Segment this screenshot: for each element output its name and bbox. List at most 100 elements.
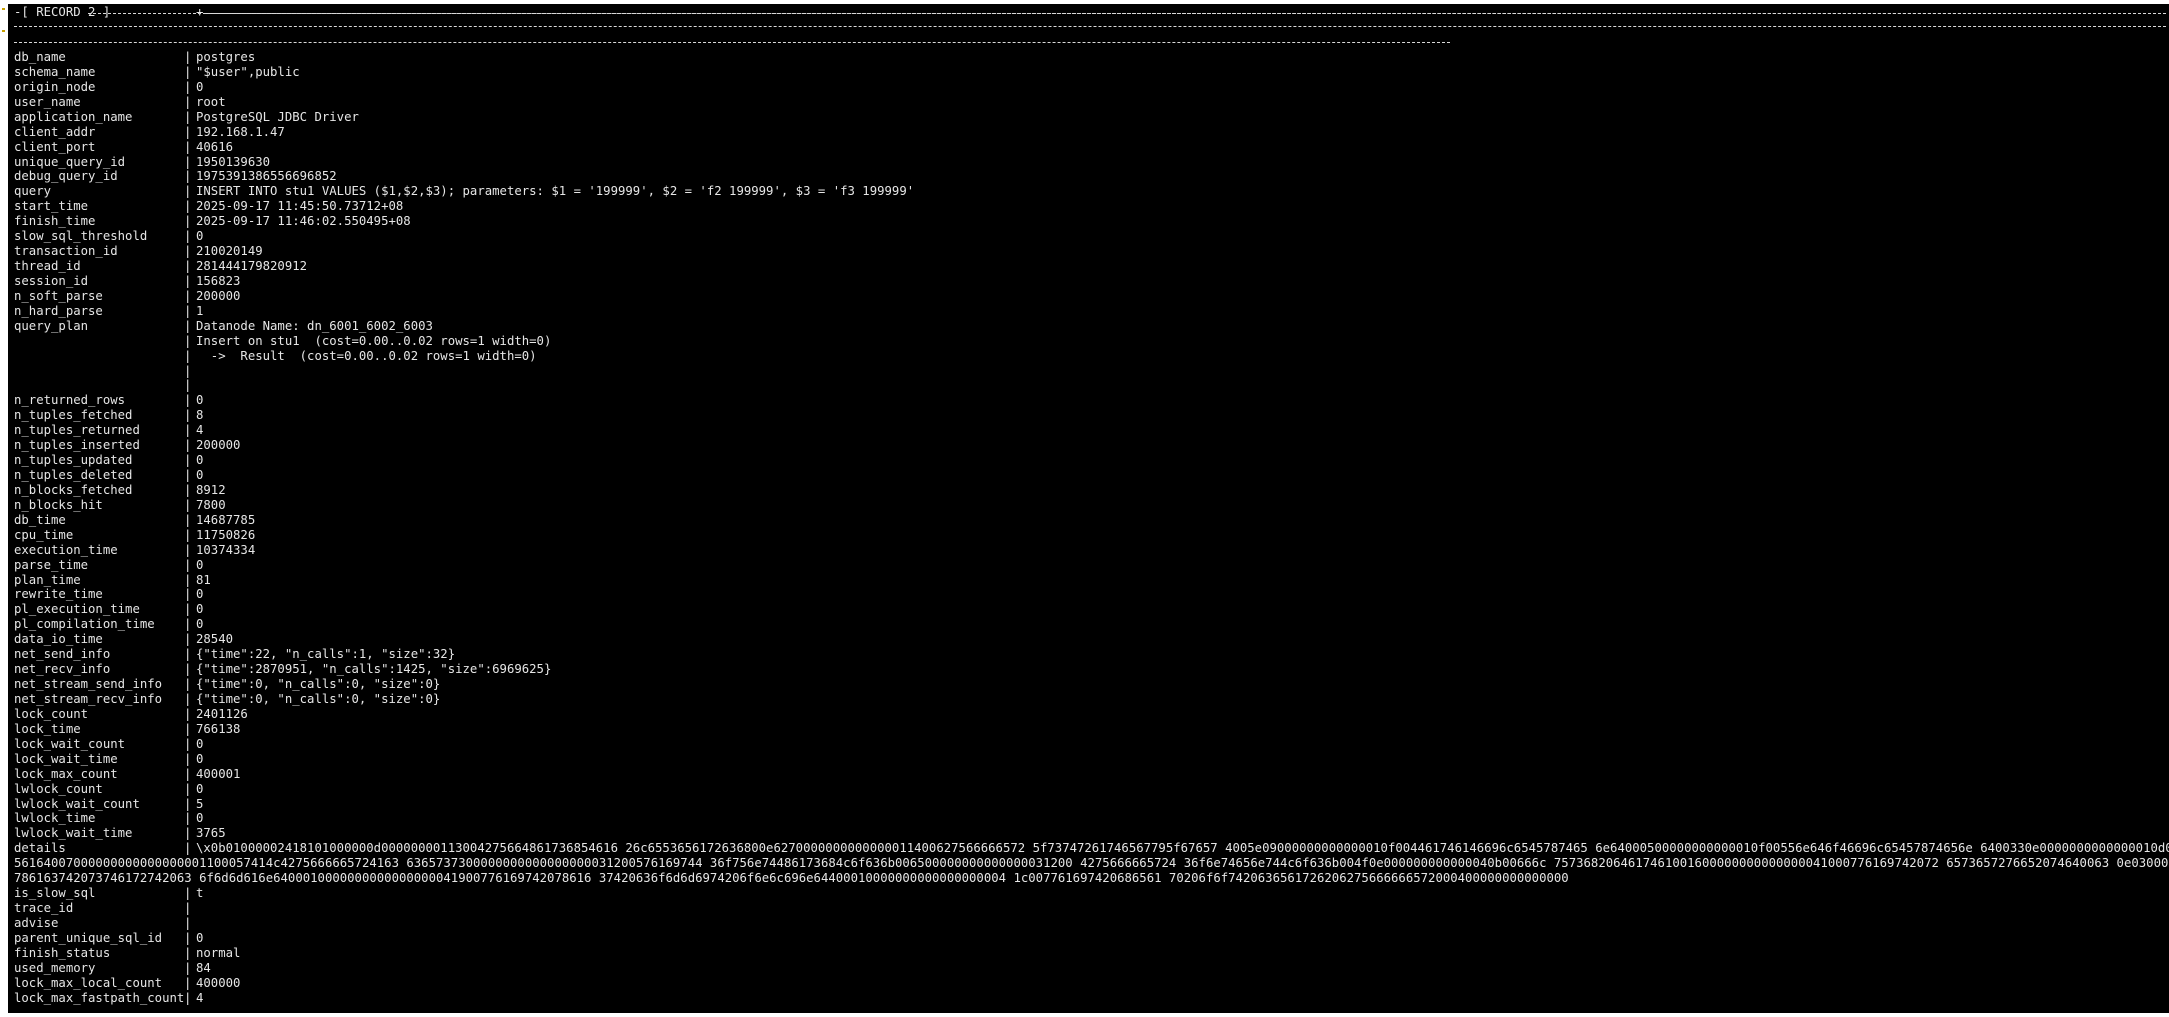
field-separator: |	[184, 975, 192, 990]
field-key: details	[14, 841, 66, 856]
field-separator: |	[184, 677, 192, 692]
field-value: 56164007000000000000000001100057414c4275…	[14, 856, 2169, 871]
field-separator: |	[184, 617, 192, 632]
field-value: {"time":0, "n_calls":0, "size":0}	[196, 691, 441, 706]
field-separator: |	[184, 512, 192, 527]
field-value: 210020149	[196, 244, 263, 259]
field-separator: |	[184, 721, 192, 736]
field-value: 0	[196, 617, 204, 632]
edge-marker	[2, 8, 5, 10]
field-separator: |	[184, 94, 192, 109]
field-value: 156823	[196, 273, 241, 288]
separator-rule	[14, 26, 2166, 27]
field-value: 400001	[196, 766, 241, 781]
field-separator: |	[184, 244, 192, 259]
field-key: advise	[14, 915, 59, 930]
window-left-edge	[0, 0, 8, 1017]
field-key: execution_time	[14, 542, 118, 557]
field-separator: |	[184, 124, 192, 139]
field-value: 281444179820912	[196, 259, 308, 274]
field-key: query	[14, 184, 52, 199]
field-separator: |	[184, 557, 192, 572]
field-separator: |	[184, 572, 192, 587]
field-separator: |	[184, 288, 192, 303]
field-key: data_io_time	[14, 632, 103, 647]
field-value: 0	[196, 930, 204, 945]
field-separator: |	[184, 259, 192, 274]
field-key: lwlock_count	[14, 781, 103, 796]
field-separator: |	[184, 363, 192, 378]
field-key: user_name	[14, 94, 81, 109]
field-key: lock_max_local_count	[14, 975, 163, 990]
header-rule-right	[206, 13, 2166, 14]
field-separator: |	[184, 408, 192, 423]
field-value: 192.168.1.47	[196, 124, 285, 139]
field-value: 766138	[196, 721, 241, 736]
field-separator: |	[184, 468, 192, 483]
field-value: 200000	[196, 288, 241, 303]
field-key: slow_sql_threshold	[14, 229, 148, 244]
field-separator: |	[184, 79, 192, 94]
field-key: n_tuples_deleted	[14, 468, 133, 483]
field-separator: |	[184, 348, 192, 363]
field-separator: |	[184, 497, 192, 512]
field-value: 10374334	[196, 542, 256, 557]
field-key: pl_compilation_time	[14, 617, 155, 632]
field-key: start_time	[14, 199, 89, 214]
plus-marker: +	[196, 5, 204, 19]
field-key: query_plan	[14, 318, 89, 333]
field-value: {"time":0, "n_calls":0, "size":0}	[196, 677, 441, 692]
field-key: net_recv_info	[14, 662, 111, 677]
field-key: cpu_time	[14, 527, 74, 542]
field-value: 8	[196, 408, 204, 423]
field-value: t	[196, 886, 204, 901]
field-value: 7800	[196, 497, 226, 512]
field-value: 4	[196, 423, 204, 438]
field-key: lwlock_wait_count	[14, 796, 140, 811]
field-separator: |	[184, 691, 192, 706]
field-value: \x0b01000002418101000000d000000001130042…	[196, 841, 2169, 856]
field-value: 400000	[196, 975, 241, 990]
field-key: n_tuples_inserted	[14, 438, 140, 453]
field-separator: |	[184, 214, 192, 229]
field-key: n_soft_parse	[14, 288, 103, 303]
field-key: origin_node	[14, 79, 96, 94]
field-value: 200000	[196, 438, 241, 453]
field-key: lock_wait_time	[14, 751, 118, 766]
field-separator: |	[184, 662, 192, 677]
field-key: n_blocks_fetched	[14, 482, 133, 497]
field-value: 0	[196, 781, 204, 796]
field-value: 81	[196, 572, 211, 587]
field-value: 4	[196, 990, 204, 1005]
field-value: 0	[196, 602, 204, 617]
field-key: n_returned_rows	[14, 393, 126, 408]
field-value: 0	[196, 468, 204, 483]
field-separator: |	[184, 393, 192, 408]
field-value: normal	[196, 945, 241, 960]
field-value: 1	[196, 303, 204, 318]
field-separator: |	[184, 64, 192, 79]
field-separator: |	[184, 542, 192, 557]
field-key: transaction_id	[14, 244, 118, 259]
field-key: client_addr	[14, 124, 96, 139]
field-separator: |	[184, 647, 192, 662]
field-key: lock_count	[14, 706, 89, 721]
field-value: -> Result (cost=0.00..0.02 rows=1 width=…	[196, 348, 537, 363]
edge-marker	[2, 30, 5, 32]
field-value: 28540	[196, 632, 234, 647]
field-value: 8912	[196, 482, 226, 497]
field-value: INSERT INTO stu1 VALUES ($1,$2,$3); para…	[196, 184, 915, 199]
field-value: 2025-09-17 11:46:02.550495+08	[196, 214, 411, 229]
field-separator: |	[184, 438, 192, 453]
field-separator: |	[184, 109, 192, 124]
field-key: thread_id	[14, 259, 81, 274]
field-value: root	[196, 94, 226, 109]
field-separator: |	[184, 826, 192, 841]
field-key: net_send_info	[14, 647, 111, 662]
field-value: 1950139630	[196, 154, 271, 169]
field-key: pl_execution_time	[14, 602, 140, 617]
field-separator: |	[184, 139, 192, 154]
field-separator: |	[184, 781, 192, 796]
field-key: schema_name	[14, 64, 96, 79]
terminal-window[interactable]: -[ RECORD 2 ] + db_name | postgres schema_n…	[8, 4, 2169, 1013]
